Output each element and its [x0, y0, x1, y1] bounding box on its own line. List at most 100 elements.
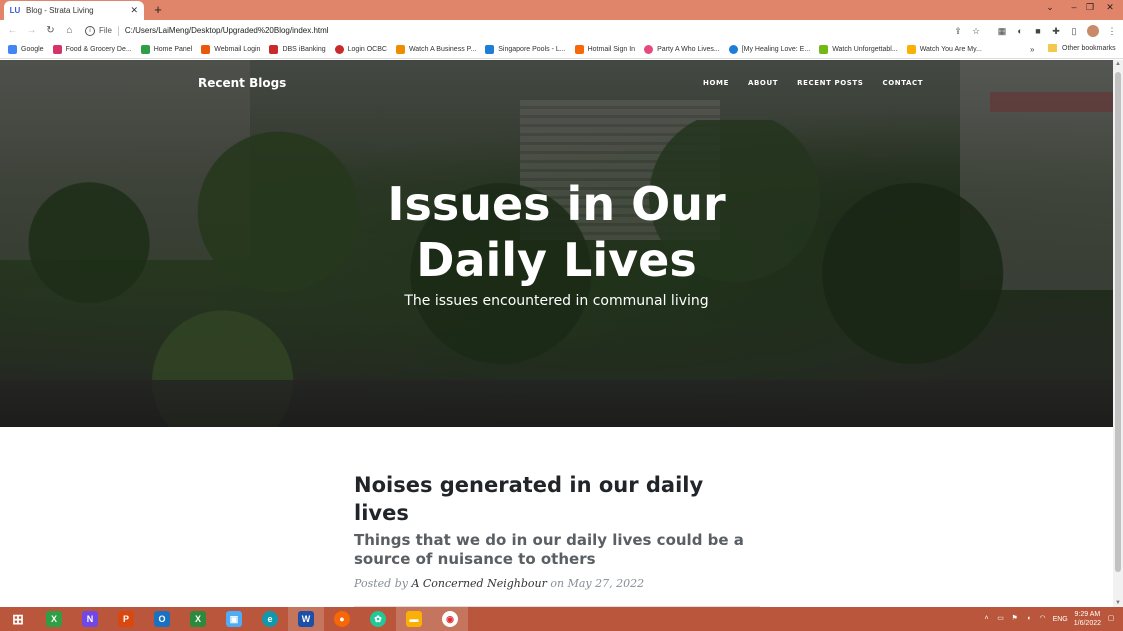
reload-icon[interactable]: ↻	[41, 21, 60, 40]
bookmark-label: Hotmail Sign In	[587, 46, 636, 53]
bookmark-item[interactable]: Watch Unforgettabl...	[819, 45, 898, 54]
taskbar-app-chatgpt[interactable]: ✿	[360, 607, 396, 631]
side-panel-icon[interactable]: ▯	[1069, 26, 1079, 36]
taskbar-app-outlook[interactable]: O	[144, 607, 180, 631]
nav-recent-posts-link[interactable]: RECENT POSTS	[797, 79, 863, 87]
scroll-up-icon[interactable]: ▲	[1114, 61, 1122, 67]
folder-icon: ▬	[406, 611, 422, 627]
folder-icon	[1048, 44, 1057, 52]
taskbar-app-powerpoint[interactable]: P	[108, 607, 144, 631]
taskbar-app-firefox[interactable]: ●	[324, 607, 360, 631]
extensions-puzzle-icon[interactable]: ✚	[1051, 26, 1061, 36]
more-bookmarks-button[interactable]: »	[1030, 45, 1034, 54]
hero-title-line: Daily Lives	[416, 233, 697, 287]
new-tab-button[interactable]: +	[150, 2, 166, 18]
nav-about-link[interactable]: ABOUT	[748, 79, 778, 87]
clock-date: 1/6/2022	[1073, 620, 1101, 627]
onenote-icon: N	[82, 611, 98, 627]
site-favicon-icon: LU	[9, 6, 21, 15]
close-icon[interactable]: ✕	[1100, 0, 1120, 14]
bookmark-label: Google	[21, 46, 44, 53]
maximize-icon[interactable]: ❐	[1080, 0, 1100, 14]
bookmark-favicon-icon	[644, 45, 654, 54]
menu-kebab-icon[interactable]: ⋮	[1107, 26, 1117, 36]
taskbar-app-word[interactable]: W	[288, 607, 324, 631]
taskbar-app-remote[interactable]: ▣	[216, 607, 252, 631]
language-indicator[interactable]: ENG	[1053, 616, 1068, 623]
next-post-preview-cutoff[interactable]	[354, 598, 674, 607]
bookmark-item[interactable]: Food & Grocery De...	[52, 45, 132, 54]
network-icon[interactable]: ▭	[997, 615, 1005, 623]
page-viewport: Recent Blogs HOME ABOUT RECENT POSTS CON…	[0, 60, 1113, 607]
bookmark-item[interactable]: Watch You Are My...	[906, 45, 982, 54]
tab-close-icon[interactable]: ✕	[130, 5, 138, 16]
bookmark-item[interactable]: Hotmail Sign In	[574, 45, 636, 54]
browser-toolbar: ← → ↻ ⌂ i File C:/Users/LaiMeng/Desktop/…	[0, 20, 1123, 41]
post-title[interactable]: Noises generated in our daily lives	[354, 471, 760, 527]
site-info-icon[interactable]: i	[85, 25, 95, 36]
hero-title-line: Issues in Our	[387, 177, 726, 231]
home-icon[interactable]: ⌂	[60, 21, 79, 40]
url-text[interactable]: C:/Users/LaiMeng/Desktop/Upgraded%20Blog…	[125, 26, 329, 35]
share-icon[interactable]: ⇪	[953, 26, 963, 36]
bookmark-label: Login OCBC	[347, 46, 387, 53]
word-icon: W	[298, 611, 314, 627]
outlook-icon: O	[154, 611, 170, 627]
other-bookmarks-folder[interactable]: Other bookmarks	[1048, 44, 1116, 52]
bookmark-item[interactable]: Home Panel	[140, 45, 192, 54]
browser-tab[interactable]: LU Blog - Strata Living ✕	[4, 1, 144, 20]
bookmark-favicon-icon	[906, 45, 916, 54]
bookmark-favicon-icon	[52, 45, 62, 54]
taskbar-app-file-explorer[interactable]: ▬	[396, 607, 432, 631]
back-icon[interactable]: ←	[3, 21, 22, 40]
volume-icon[interactable]: ◖	[1025, 615, 1033, 623]
extension-b-icon[interactable]: ◐	[1015, 26, 1025, 36]
notifications-icon[interactable]: ▢	[1107, 615, 1115, 623]
post-date: May 27, 2022	[567, 577, 645, 590]
tray-overflow-icon[interactable]: ˄	[983, 615, 991, 623]
taskbar-app-chrome[interactable]: ◉	[432, 607, 468, 631]
powerpoint-icon: P	[118, 611, 134, 627]
bookmark-star-icon[interactable]: ☆	[971, 26, 981, 36]
taskbar-app-excel[interactable]: X	[180, 607, 216, 631]
scroll-down-icon[interactable]: ▼	[1114, 600, 1122, 606]
taskbar-app-edge[interactable]: e	[252, 607, 288, 631]
bookmark-favicon-icon	[819, 45, 829, 54]
post-preview[interactable]: Noises generated in our daily lives Thin…	[354, 471, 760, 607]
forward-icon[interactable]: →	[22, 21, 41, 40]
system-clock[interactable]: 9:29 AM 1/6/2022	[1074, 610, 1101, 628]
post-author-link[interactable]: A Concerned Neighbour	[411, 577, 546, 590]
page-scrollbar[interactable]: ▲ ▼	[1113, 60, 1123, 607]
post-subtitle[interactable]: Things that we do in our daily lives cou…	[354, 531, 760, 569]
profile-avatar[interactable]	[1087, 24, 1099, 37]
site-brand-link[interactable]: Recent Blogs	[198, 76, 286, 90]
bookmark-item[interactable]: Party A Who Lives...	[644, 45, 720, 54]
main-nav: HOME ABOUT RECENT POSTS CONTACT	[703, 79, 942, 87]
bookmark-item[interactable]: Watch A Business P...	[395, 45, 476, 54]
bookmark-item[interactable]: Google	[8, 45, 44, 54]
wifi-icon[interactable]: ◠	[1039, 615, 1047, 623]
bookmark-label: [My Healing Love: E...	[741, 46, 811, 53]
nav-home-link[interactable]: HOME	[703, 79, 729, 87]
bookmark-item[interactable]: DBS iBanking	[269, 45, 326, 54]
bookmark-item[interactable]: [My Healing Love: E...	[728, 45, 811, 54]
taskbar-app-onenote[interactable]: N	[72, 607, 108, 631]
bookmark-favicon-icon	[728, 45, 738, 54]
nav-contact-link[interactable]: CONTACT	[882, 79, 923, 87]
windows-start-button[interactable]: ⊞	[0, 607, 36, 631]
address-bar[interactable]: i File C:/Users/LaiMeng/Desktop/Upgraded…	[85, 22, 940, 39]
bookmark-item[interactable]: Singapore Pools - L...	[485, 45, 566, 54]
bookmark-label: Webmail Login	[214, 46, 261, 53]
extension-a-icon[interactable]: ▦	[997, 26, 1007, 36]
scrollbar-thumb[interactable]	[1115, 72, 1121, 572]
flag-icon[interactable]: ⚑	[1011, 615, 1019, 623]
taskbar-app-xbox[interactable]: X	[36, 607, 72, 631]
tab-search-icon[interactable]: ⌄	[1040, 0, 1060, 14]
bookmark-label: Food & Grocery De...	[65, 46, 132, 53]
bookmark-favicon-icon	[140, 45, 150, 54]
bookmark-favicon-icon	[485, 45, 495, 54]
bookmark-item[interactable]: Login OCBC	[334, 45, 387, 54]
bookmark-item[interactable]: Webmail Login	[201, 45, 260, 54]
tab-strip: LU Blog - Strata Living ✕ + ⌄ – ❐ ✕	[0, 0, 1123, 20]
extension-c-icon[interactable]: ■	[1033, 26, 1043, 36]
